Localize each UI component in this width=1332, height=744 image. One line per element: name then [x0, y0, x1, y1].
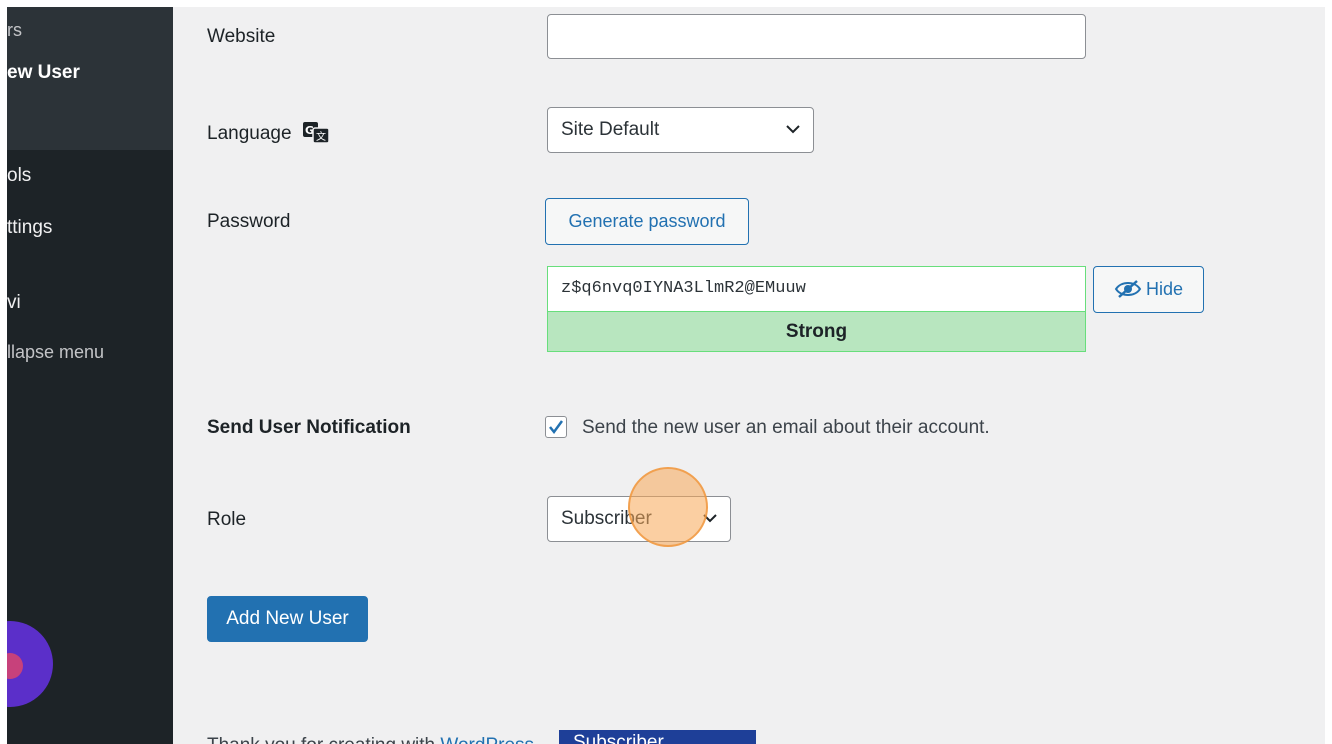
website-label: Website [207, 26, 276, 47]
checkmark-icon [549, 420, 564, 435]
add-new-user-button[interactable]: Add New User [207, 596, 368, 642]
language-select[interactable]: Site Default [547, 107, 814, 153]
website-input[interactable] [547, 14, 1086, 59]
browser-viewport: rs ew User ols ttings vi llapse menu Web… [7, 7, 1325, 744]
footer-thanks: Thank you for creating with [207, 735, 440, 744]
chevron-down-icon [786, 125, 800, 134]
admin-sidebar: rs ew User ols ttings vi llapse menu [7, 7, 173, 744]
sidebar-item-all-users[interactable]: rs [7, 20, 22, 41]
password-label: Password [207, 211, 291, 232]
collapse-menu-button[interactable]: llapse menu [7, 342, 104, 363]
sidebar-item-divi[interactable]: vi [7, 292, 21, 314]
send-notification-checkbox[interactable] [545, 416, 567, 438]
hide-password-button[interactable]: Hide [1093, 266, 1204, 313]
hide-label: Hide [1145, 279, 1184, 299]
role-dropdown-option-peek[interactable]: Subscriber [559, 730, 756, 744]
translate-icon: G 文 [302, 122, 330, 144]
send-notification-text[interactable]: Send the new user an email about their a… [582, 417, 990, 439]
sidebar-item-add-new-user[interactable]: ew User [7, 62, 80, 84]
main-content: Website Language G 文 Site Default Passwo… [173, 7, 1325, 744]
send-notification-label: Send User Notification [207, 417, 411, 438]
language-label-row: Language G 文 [207, 120, 331, 145]
role-label: Role [207, 509, 247, 530]
wordpress-link[interactable]: WordPress [440, 735, 534, 744]
eye-slash-icon [1114, 280, 1142, 298]
sidebar-item-settings[interactable]: ttings [7, 217, 52, 239]
language-selected-value: Site Default [561, 119, 660, 140]
generate-password-button[interactable]: Generate password [545, 198, 749, 245]
sidebar-item-tools[interactable]: ols [7, 165, 31, 187]
svg-text:文: 文 [316, 130, 326, 143]
footer-text: Thank you for creating with WordPress [207, 735, 534, 744]
password-strength-meter: Strong [547, 311, 1086, 352]
password-input[interactable]: z$q6nvq0IYNA3LlmR2@EMuuw [547, 266, 1086, 311]
language-label: Language [207, 123, 292, 144]
click-indicator [628, 467, 708, 547]
